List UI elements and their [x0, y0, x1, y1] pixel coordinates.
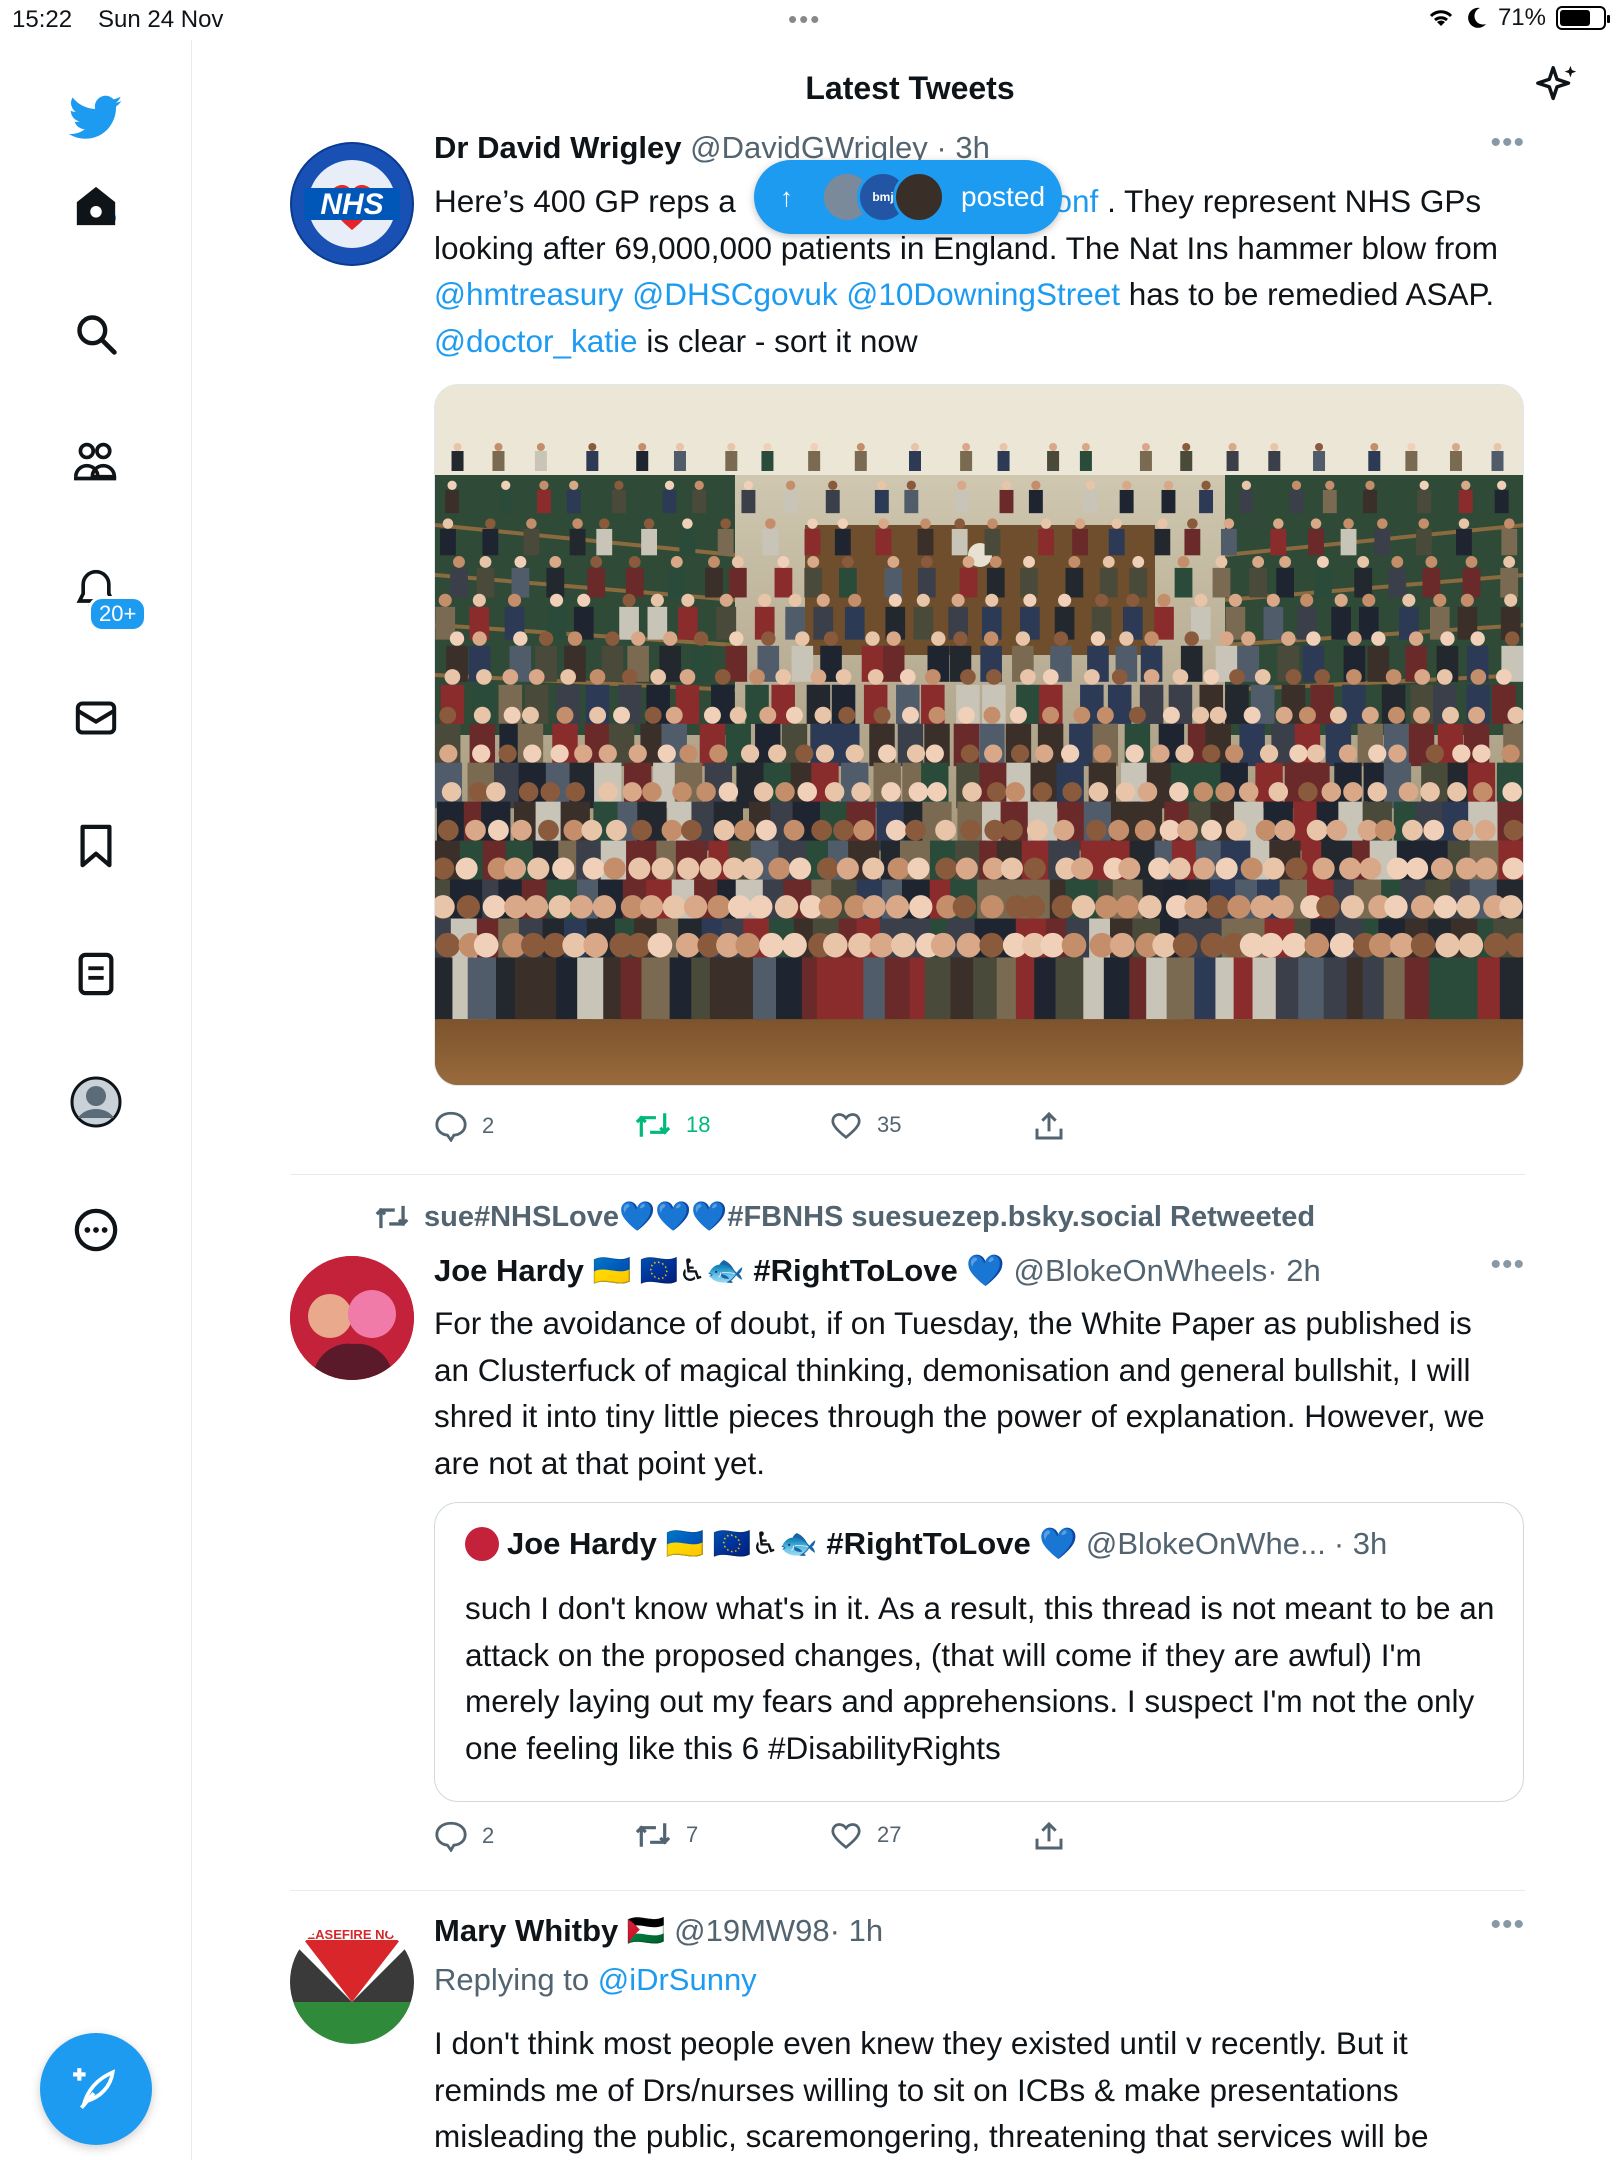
retweet-button[interactable]: 7: [634, 1820, 698, 1850]
status-bar: 15:22 Sun 24 Nov ••• 71%: [0, 0, 1620, 40]
tweet-header: Mary Whitby 🇵🇸 @19MW98· 1h: [434, 1912, 883, 1949]
divider: [290, 1890, 1525, 1891]
reply-icon: [435, 1821, 467, 1852]
battery-icon: [1556, 6, 1610, 30]
retweet-icon: [375, 1205, 409, 1229]
retweet-icon: [635, 1113, 671, 1137]
like-button[interactable]: 27: [829, 1820, 901, 1850]
tweet-text: For the avoidance of doubt, if on Tuesda…: [434, 1305, 1485, 1481]
wifi-icon: [1429, 10, 1453, 26]
retweet-count: 18: [686, 1112, 711, 1137]
compose-tweet-button[interactable]: [40, 2033, 152, 2145]
compose-feather-icon: [73, 2068, 115, 2109]
replying-prefix: Replying to: [434, 1962, 598, 1997]
like-count: 27: [877, 1822, 902, 1847]
retweet-count: 7: [686, 1822, 699, 1847]
messages-icon[interactable]: [66, 688, 126, 748]
tweet-2[interactable]: sue#NHSLove💙💙💙#FBNHS suesuezep.bsky.soci…: [290, 1200, 1525, 1860]
communities-icon[interactable]: [66, 432, 126, 492]
bookmarks-icon[interactable]: [66, 816, 126, 876]
mention-link[interactable]: @hmtreasury: [434, 276, 624, 312]
reply-icon: [435, 1111, 467, 1142]
tweet-header: Joe Hardy 🇺🇦 🇪🇺♿🐟 #RightToLove 💙 @BlokeO…: [434, 1252, 1321, 1289]
avatar[interactable]: NHS: [290, 142, 414, 266]
quote-header: Joe Hardy 🇺🇦 🇪🇺♿🐟 #RightToLove 💙 @BlokeO…: [465, 1525, 1387, 1562]
twitter-logo-icon[interactable]: [66, 88, 126, 148]
author-handle[interactable]: @BlokeOnWheels: [1014, 1253, 1268, 1288]
like-heart-icon: [831, 1113, 861, 1140]
author-name[interactable]: Dr David Wrigley: [434, 130, 682, 165]
more-options-icon[interactable]: [66, 1200, 126, 1260]
avatar[interactable]: CEASEFIRE NOW: [290, 1920, 414, 2044]
tweet-photo[interactable]: [434, 384, 1524, 1086]
sidebar: 20+: [0, 40, 192, 2160]
quote-author: Joe Hardy 🇺🇦 🇪🇺♿🐟 #RightToLove 💙: [507, 1526, 1078, 1561]
reply-button[interactable]: 2: [434, 1110, 494, 1142]
avatar[interactable]: [290, 1256, 414, 1380]
tweet-actions: 2 7 27: [434, 1820, 1134, 1860]
divider: [290, 1174, 1525, 1175]
tweet-3[interactable]: CEASEFIRE NOW Mary Whitby 🇵🇸 @19MW98· 1h…: [290, 1908, 1525, 2160]
like-heart-icon: [831, 1823, 861, 1850]
battery-percent: 71%: [1497, 4, 1546, 31]
mention-link[interactable]: @doctor_katie: [434, 323, 638, 359]
tweet-more-icon[interactable]: •••: [1490, 126, 1525, 160]
tweet-actions: 2 18 35: [434, 1110, 1134, 1150]
quote-text: such I don't know what's in it. As a res…: [465, 1590, 1495, 1766]
profile-icon[interactable]: [66, 1072, 126, 1132]
page-title: Latest Tweets: [805, 70, 1015, 106]
like-button[interactable]: 35: [829, 1110, 901, 1140]
new-posts-pill-button[interactable]: ↑ bmj posted: [754, 160, 1062, 234]
quote-time: · 3h: [1333, 1525, 1388, 1561]
replying-to-link[interactable]: @iDrSunny: [598, 1962, 757, 1997]
moon-icon: [1468, 7, 1486, 28]
sparkle-icon[interactable]: [1534, 62, 1580, 113]
author-name[interactable]: Mary Whitby 🇵🇸: [434, 1913, 666, 1948]
tweet-more-icon[interactable]: •••: [1490, 1908, 1525, 1942]
lists-icon[interactable]: [66, 944, 126, 1004]
mention-link[interactable]: @10DowningStreet: [846, 276, 1120, 312]
avatar-text: CEASEFIRE NOW: [297, 1927, 408, 1942]
tweet-time: · 2h: [1267, 1253, 1321, 1288]
avatar-text: NHS: [320, 188, 383, 221]
tweet-time: · 1h: [829, 1913, 884, 1948]
tweet-text: I don't think most people even knew they…: [434, 2025, 1429, 2154]
reply-count: 2: [482, 1823, 495, 1848]
quote-avatar: [465, 1526, 499, 1561]
tweet-text-part: has to be remedied ASAP.: [1120, 276, 1495, 312]
share-icon: [1035, 1111, 1063, 1140]
search-icon[interactable]: [66, 304, 126, 364]
author-name[interactable]: Joe Hardy 🇺🇦 🇪🇺♿🐟 #RightToLove 💙: [434, 1253, 1005, 1288]
reply-button[interactable]: 2: [434, 1820, 494, 1852]
share-button[interactable]: [1034, 1820, 1064, 1852]
mention-link[interactable]: @DHSCgovuk: [632, 276, 837, 312]
tweet-text-part: Here’s 400 GP reps a: [434, 183, 736, 219]
status-date: Sun 24 Nov: [98, 6, 224, 33]
quote-handle: @BlokeOnWhe...: [1085, 1525, 1326, 1561]
home-icon[interactable]: [66, 176, 126, 236]
pill-avatar: [893, 171, 945, 223]
posted-label: posted: [961, 181, 1046, 212]
replying-to-line: Replying to @iDrSunny: [434, 1962, 757, 1998]
arrow-up-icon: ↑: [780, 181, 793, 212]
retweeted-by-text[interactable]: sue#NHSLove💙💙💙#FBNHS suesuezep.bsky.soci…: [424, 1200, 1315, 1234]
retweeted-by-line: sue#NHSLove💙💙💙#FBNHS suesuezep.bsky.soci…: [374, 1200, 1315, 1234]
author-handle[interactable]: @19MW98: [674, 1913, 830, 1948]
share-button[interactable]: [1034, 1110, 1064, 1142]
tweet-more-icon[interactable]: •••: [1490, 1248, 1525, 1282]
tweet-text-part: is clear - sort it now: [637, 322, 918, 359]
reply-count: 2: [482, 1113, 495, 1138]
notifications-badge: 20+: [88, 596, 148, 632]
share-icon: [1035, 1821, 1063, 1850]
quoted-tweet[interactable]: Joe Hardy 🇺🇦 🇪🇺♿🐟 #RightToLove 💙 @BlokeO…: [434, 1502, 1524, 1802]
multitasking-dots-icon[interactable]: •••: [788, 4, 821, 35]
retweet-icon: [635, 1823, 671, 1847]
retweet-button[interactable]: 18: [634, 1110, 710, 1140]
status-right: 71%: [1426, 4, 1610, 32]
like-count: 35: [877, 1112, 902, 1137]
tweet-1[interactable]: NHS Dr David Wrigley @DavidGWrigley · 3h…: [290, 126, 1525, 1180]
battery-fill: [1560, 10, 1590, 26]
status-time: 15:22: [12, 6, 73, 33]
